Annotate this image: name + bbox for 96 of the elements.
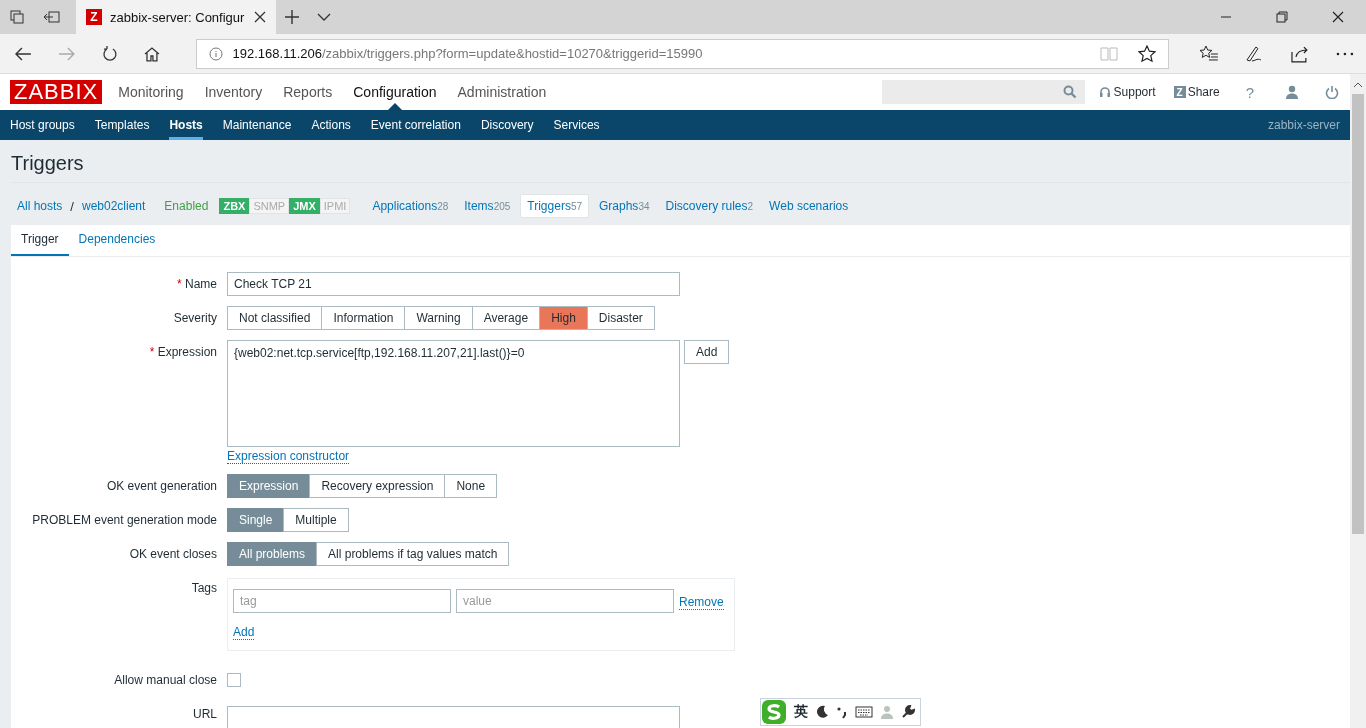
ime-mode[interactable]: 英	[794, 703, 808, 721]
page-title: Triggers	[11, 140, 1350, 183]
severity-option[interactable]: Information	[321, 306, 406, 330]
checkbox[interactable]	[227, 673, 241, 687]
ime-logo-icon[interactable]	[761, 699, 787, 725]
wrench-icon[interactable]	[901, 705, 915, 719]
zabbix-logo[interactable]: ZABBIX	[10, 80, 103, 104]
sub-menu-item[interactable]: Discovery	[480, 110, 534, 140]
field-label: PROBLEM event generation mode	[31, 512, 217, 529]
radio-option[interactable]: All problems if tag values match	[316, 542, 510, 566]
form-tab[interactable]: Dependencies	[68, 225, 166, 256]
help-link[interactable]: ?	[1245, 83, 1254, 101]
sub-menu-item[interactable]: Hosts	[169, 110, 203, 140]
host-nav-link[interactable]: Graphs34	[593, 195, 656, 217]
field-label: OK event generation	[105, 478, 217, 495]
restore-icon[interactable]	[1276, 11, 1288, 23]
set-aside-tabs-icon[interactable]	[43, 9, 61, 25]
host-nav-link[interactable]: Applications28	[366, 195, 455, 217]
required-mark: *	[177, 277, 182, 291]
sub-menu-item[interactable]: Actions	[311, 110, 351, 140]
server-name: zabbix-server	[1267, 118, 1340, 132]
field-label: Tags	[190, 580, 217, 597]
main-menu-item[interactable]: Inventory	[204, 74, 263, 110]
required-mark: *	[149, 345, 155, 359]
search-field[interactable]	[881, 80, 1085, 104]
keyboard-icon[interactable]	[855, 706, 873, 718]
user-icon[interactable]	[1285, 85, 1299, 99]
host-status: Enabled	[164, 199, 209, 213]
expression-field[interactable]: {web02:net.tcp.service[ftp,192.168.11.207,21].last()}=0	[227, 340, 680, 447]
host-nav-link[interactable]: Triggers57	[520, 194, 589, 218]
close-tab-icon[interactable]	[254, 11, 266, 23]
star-icon[interactable]	[1137, 44, 1156, 63]
support-link[interactable]: Support	[1113, 85, 1156, 99]
radio-option[interactable]: Recovery expression	[309, 474, 446, 498]
sub-menu-item[interactable]: Host groups	[10, 110, 75, 140]
value-field[interactable]: value	[456, 589, 674, 613]
favicon-icon: Z	[86, 9, 102, 25]
field-label: Severity	[172, 310, 217, 327]
main-menu-item[interactable]: Configuration	[353, 74, 437, 110]
home-icon[interactable]	[143, 45, 160, 62]
main-menu-item[interactable]: Monitoring	[118, 74, 184, 110]
sub-menu-item[interactable]: Services	[553, 110, 600, 140]
main-menu-item[interactable]: Administration	[457, 74, 547, 110]
field-label: OK event closes	[128, 546, 217, 563]
back-icon[interactable]	[14, 45, 32, 62]
close-icon[interactable]	[1332, 11, 1344, 23]
severity-option[interactable]: Warning	[404, 306, 473, 330]
availability-badge: JMX	[289, 198, 320, 214]
power-icon[interactable]	[1325, 85, 1339, 99]
main-menu-item[interactable]: Reports	[283, 74, 333, 110]
sub-menu-item[interactable]: Maintenance	[222, 110, 292, 140]
punctuation-icon[interactable]	[836, 705, 848, 719]
severity-option[interactable]: Disaster	[586, 306, 655, 330]
name-field[interactable]: Check TCP 21	[227, 272, 680, 296]
address-bar[interactable]: 192.168.11.206/zabbix/triggers.php?form=update&hostid=10270&triggerid=15990	[195, 38, 1169, 69]
refresh-icon[interactable]	[101, 45, 118, 62]
add-tag-link[interactable]: Add	[233, 625, 255, 640]
severity-option[interactable]: Average	[471, 306, 541, 330]
field-label: URL	[192, 706, 217, 723]
remove-link[interactable]: Remove	[679, 594, 724, 610]
sub-menu-item[interactable]: Templates	[94, 110, 150, 140]
tag-field[interactable]: tag	[233, 589, 451, 613]
radio-option[interactable]: None	[444, 474, 498, 498]
add-button[interactable]: Add	[684, 340, 730, 364]
breadcrumb-link[interactable]: All hosts	[17, 199, 63, 213]
breadcrumb-separator: /	[70, 198, 74, 214]
field-label: * Expression	[148, 344, 217, 361]
scroll-up-icon[interactable]	[1353, 82, 1363, 88]
more-icon[interactable]	[1336, 51, 1355, 56]
sub-menu-item[interactable]: Event correlation	[370, 110, 461, 140]
expression-constructor-link[interactable]: Expression constructor	[227, 449, 350, 464]
availability-badge: ZBX	[219, 198, 250, 214]
availability-badge: SNMP	[249, 198, 290, 214]
browser-tab[interactable]: Z zabbix-server: Configur	[76, 0, 276, 34]
share-logo-icon: Z	[1173, 86, 1186, 98]
host-nav-link[interactable]: Discovery rules2	[659, 195, 760, 217]
url-field[interactable]	[227, 706, 680, 728]
field-label: Allow manual close	[113, 672, 217, 689]
favorites-icon[interactable]	[1198, 44, 1219, 63]
tabs-icon[interactable]	[9, 9, 25, 25]
headset-icon	[1098, 86, 1111, 98]
info-icon	[208, 46, 223, 61]
availability-badge: IPMI	[319, 198, 351, 214]
host-nav-link[interactable]: Web scenarios	[763, 195, 855, 217]
breadcrumb-link[interactable]: web02client	[82, 199, 146, 213]
severity-option[interactable]: Not classified	[227, 306, 323, 330]
new-tab-icon[interactable]	[284, 9, 300, 25]
host-nav-link[interactable]: Items205	[458, 195, 517, 217]
field-label: * Name	[176, 276, 217, 293]
severity-option[interactable]: High	[539, 306, 588, 330]
moon-icon[interactable]	[815, 705, 829, 719]
radio-option[interactable]: Multiple	[283, 508, 349, 532]
scrollbar[interactable]	[1350, 74, 1366, 728]
form-tab[interactable]: Trigger	[11, 225, 69, 256]
share-link[interactable]: Share	[1187, 85, 1220, 99]
search-icon[interactable]	[1062, 85, 1077, 99]
